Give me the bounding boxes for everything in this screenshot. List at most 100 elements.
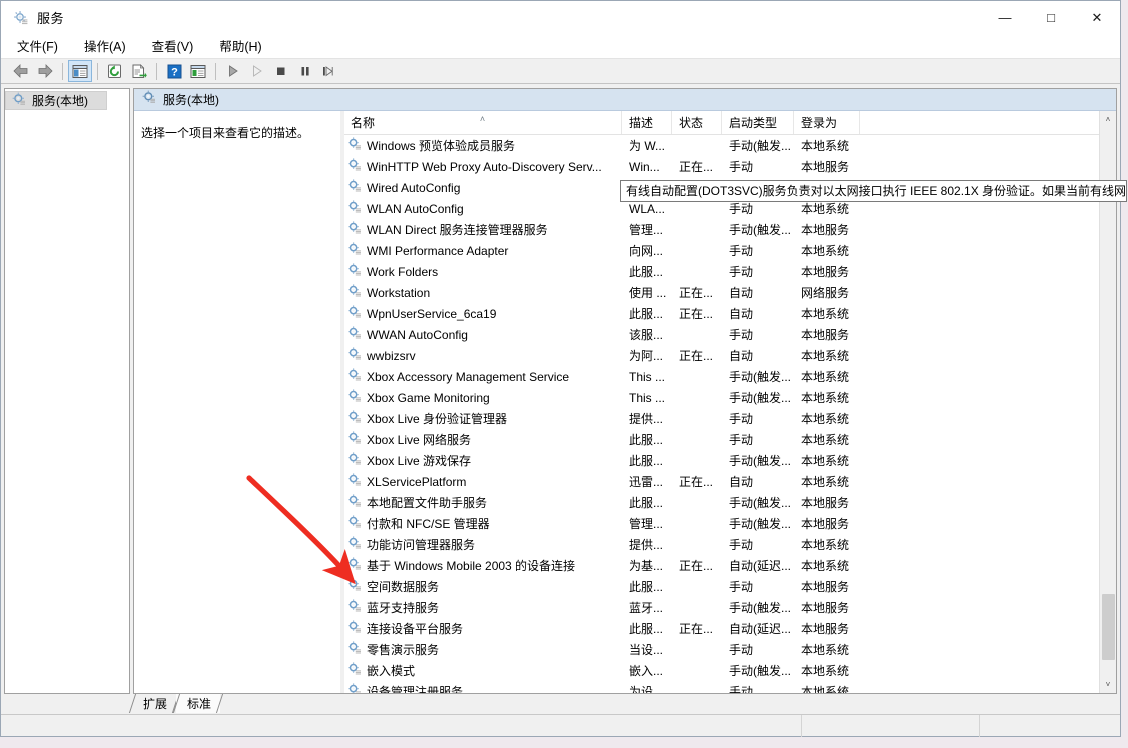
- help-button[interactable]: ?: [162, 60, 186, 82]
- service-cog-icon: [348, 389, 362, 406]
- cell-service-description: 该服...: [622, 326, 672, 343]
- cell-service-startup-type: 手动: [722, 263, 794, 280]
- status-pane-second: [802, 715, 980, 737]
- cell-service-log-on-as: 本地服务: [794, 599, 860, 616]
- service-cog-icon: [348, 683, 362, 693]
- table-row[interactable]: 基于 Windows Mobile 2003 的设备连接为基...正在...自动…: [344, 555, 1099, 576]
- service-name-text: 蓝牙支持服务: [367, 599, 439, 616]
- table-row[interactable]: Xbox Live 网络服务此服...手动本地系统: [344, 429, 1099, 450]
- pause-service-button[interactable]: [293, 60, 317, 82]
- table-row[interactable]: Xbox Live 身份验证管理器提供...手动本地系统: [344, 408, 1099, 429]
- column-filler[interactable]: [860, 111, 1099, 134]
- cell-service-description: 为阿...: [622, 347, 672, 364]
- table-row[interactable]: XLServicePlatform迅雷...正在...自动本地系统: [344, 471, 1099, 492]
- column-startup-type[interactable]: 启动类型: [722, 111, 794, 134]
- maximize-button[interactable]: □: [1028, 1, 1074, 34]
- show-hide-tree-button[interactable]: [68, 60, 92, 82]
- resume-service-button[interactable]: [245, 60, 269, 82]
- cell-service-name: XLServicePlatform: [344, 473, 622, 490]
- tab-standard[interactable]: 标准: [176, 694, 220, 713]
- stop-service-button[interactable]: [269, 60, 293, 82]
- cell-service-log-on-as: 本地系统: [794, 242, 860, 259]
- table-row[interactable]: Windows 预览体验成员服务为 W...手动(触发...本地系统: [344, 135, 1099, 156]
- list-rows-container: Windows 预览体验成员服务为 W...手动(触发...本地系统WinHTT…: [344, 135, 1099, 693]
- close-button[interactable]: ✕: [1074, 1, 1120, 34]
- export-list-button[interactable]: [127, 60, 151, 82]
- cell-service-name: 嵌入模式: [344, 662, 622, 679]
- cell-service-startup-type: 手动(触发...: [722, 137, 794, 154]
- services-window: 服务 — □ ✕ 文件(F) 操作(A) 查看(V) 帮助(H): [0, 0, 1121, 737]
- menu-view[interactable]: 查看(V): [150, 34, 204, 58]
- menu-help[interactable]: 帮助(H): [217, 34, 271, 58]
- cell-service-name: Work Folders: [344, 263, 622, 280]
- table-row[interactable]: Xbox Game MonitoringThis ...手动(触发...本地系统: [344, 387, 1099, 408]
- table-row[interactable]: 嵌入模式嵌入...手动(触发...本地系统: [344, 660, 1099, 681]
- cell-service-startup-type: 手动: [722, 683, 794, 693]
- table-row[interactable]: wwbizsrv为阿...正在...自动本地系统: [344, 345, 1099, 366]
- table-row[interactable]: 功能访问管理器服务提供...手动本地系统: [344, 534, 1099, 555]
- cell-service-startup-type: 自动: [722, 305, 794, 322]
- table-row[interactable]: WLAN Direct 服务连接管理器服务管理...手动(触发...本地服务: [344, 219, 1099, 240]
- service-name-text: 空间数据服务: [367, 578, 439, 595]
- tab-extended[interactable]: 扩展: [132, 694, 176, 713]
- status-bar: [1, 714, 1120, 736]
- sidebar-item-services-local[interactable]: 服务(本地): [5, 91, 107, 110]
- table-row[interactable]: Work Folders此服...手动本地服务: [344, 261, 1099, 282]
- window-title: 服务: [37, 8, 64, 27]
- table-row[interactable]: WMI Performance Adapter向网...手动本地系统: [344, 240, 1099, 261]
- cell-service-description: 此服...: [622, 452, 672, 469]
- properties-button[interactable]: [186, 60, 210, 82]
- scroll-up-arrow-icon[interactable]: ˄: [1100, 111, 1117, 128]
- table-row[interactable]: 本地配置文件助手服务此服...手动(触发...本地服务: [344, 492, 1099, 513]
- cell-service-name: WMI Performance Adapter: [344, 242, 622, 259]
- table-row[interactable]: 设备管理注册服务为设...手动本地系统: [344, 681, 1099, 693]
- scrollbar-track[interactable]: [1100, 128, 1117, 676]
- table-row[interactable]: 付款和 NFC/SE 管理器管理...手动(触发...本地服务: [344, 513, 1099, 534]
- cell-service-description: 为设...: [622, 683, 672, 693]
- cell-service-startup-type: 手动: [722, 431, 794, 448]
- table-row[interactable]: 蓝牙支持服务蓝牙...手动(触发...本地服务: [344, 597, 1099, 618]
- cell-service-startup-type: 手动: [722, 242, 794, 259]
- scrollbar-thumb[interactable]: [1102, 594, 1115, 660]
- minimize-button[interactable]: —: [982, 1, 1028, 34]
- column-description[interactable]: 描述: [622, 111, 672, 134]
- menu-action[interactable]: 操作(A): [82, 34, 136, 58]
- table-row[interactable]: Workstation使用 ...正在...自动网络服务: [344, 282, 1099, 303]
- column-log-on-as[interactable]: 登录为: [794, 111, 860, 134]
- service-name-text: 连接设备平台服务: [367, 620, 463, 637]
- cell-service-startup-type: 手动: [722, 200, 794, 217]
- table-row[interactable]: Xbox Accessory Management ServiceThis ..…: [344, 366, 1099, 387]
- table-row[interactable]: WpnUserService_6ca19此服...正在...自动本地系统: [344, 303, 1099, 324]
- service-cog-icon: [348, 326, 362, 343]
- service-name-text: 功能访问管理器服务: [367, 536, 475, 553]
- start-service-button[interactable]: [221, 60, 245, 82]
- view-tab-strip: 扩展 标准: [1, 694, 1120, 714]
- result-pane: 服务(本地) 选择一个项目来查看它的描述。 名称˄描述状态启动类型登录为 Win…: [133, 88, 1117, 694]
- column-name[interactable]: 名称˄: [344, 111, 622, 134]
- service-cog-icon: [348, 494, 362, 511]
- service-name-text: WLAN Direct 服务连接管理器服务: [367, 221, 548, 238]
- cell-service-description: 提供...: [622, 536, 672, 553]
- restart-service-button[interactable]: [317, 60, 341, 82]
- cell-service-startup-type: 手动: [722, 326, 794, 343]
- table-row[interactable]: 空间数据服务此服...手动本地服务: [344, 576, 1099, 597]
- scroll-down-arrow-icon[interactable]: ˅: [1100, 676, 1117, 693]
- forward-button[interactable]: [33, 60, 57, 82]
- table-row[interactable]: WWAN AutoConfig该服...手动本地服务: [344, 324, 1099, 345]
- cell-service-log-on-as: 本地系统: [794, 305, 860, 322]
- table-row[interactable]: 连接设备平台服务此服...正在...自动(延迟...本地服务: [344, 618, 1099, 639]
- cell-service-startup-type: 手动(触发...: [722, 452, 794, 469]
- cell-service-log-on-as: 本地服务: [794, 620, 860, 637]
- table-row[interactable]: WinHTTP Web Proxy Auto-Discovery Serv...…: [344, 156, 1099, 177]
- menu-file[interactable]: 文件(F): [15, 34, 68, 58]
- column-status[interactable]: 状态: [672, 111, 722, 134]
- sidebar-item-label: 服务(本地): [32, 92, 88, 109]
- cell-service-log-on-as: 本地服务: [794, 494, 860, 511]
- refresh-button[interactable]: [103, 60, 127, 82]
- table-row[interactable]: 零售演示服务当设...手动本地系统: [344, 639, 1099, 660]
- back-button[interactable]: [9, 60, 33, 82]
- cell-service-description: 蓝牙...: [622, 599, 672, 616]
- cell-service-name: 基于 Windows Mobile 2003 的设备连接: [344, 557, 622, 574]
- service-cog-icon: [348, 305, 362, 322]
- table-row[interactable]: Xbox Live 游戏保存此服...手动(触发...本地系统: [344, 450, 1099, 471]
